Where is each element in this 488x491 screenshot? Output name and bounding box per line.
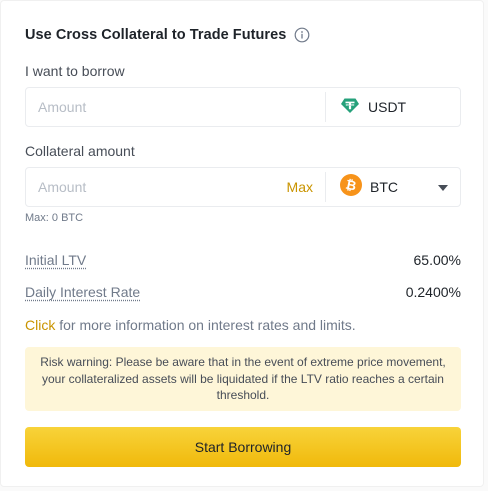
initial-ltv-label[interactable]: Initial LTV bbox=[25, 252, 86, 268]
collateral-field: Max ₿ BTC bbox=[25, 167, 461, 207]
collateral-amount-input[interactable] bbox=[26, 168, 287, 206]
tether-icon bbox=[340, 95, 360, 120]
more-info-text: for more information on interest rates a… bbox=[59, 317, 356, 333]
borrow-coin-label: USDT bbox=[368, 99, 407, 115]
borrow-field: USDT bbox=[25, 87, 461, 127]
more-info-link[interactable]: Click bbox=[25, 317, 55, 333]
start-borrowing-button[interactable]: Start Borrowing bbox=[25, 427, 461, 467]
collateral-coin-select[interactable]: ₿ BTC bbox=[326, 168, 460, 206]
daily-rate-row: Daily Interest Rate 0.2400% bbox=[25, 284, 461, 300]
borrow-label: I want to borrow bbox=[25, 63, 125, 79]
daily-rate-label[interactable]: Daily Interest Rate bbox=[25, 284, 140, 300]
page-title: Use Cross Collateral to Trade Futures bbox=[25, 27, 287, 43]
initial-ltv-value: 65.00% bbox=[413, 252, 461, 268]
header: Use Cross Collateral to Trade Futures bbox=[25, 25, 310, 45]
chevron-down-icon bbox=[438, 185, 448, 191]
collateral-coin-label: BTC bbox=[370, 179, 398, 195]
more-info-row: Click for more information on interest r… bbox=[25, 317, 356, 333]
collateral-label: Collateral amount bbox=[25, 143, 135, 159]
info-icon[interactable] bbox=[294, 27, 310, 43]
bitcoin-icon: ₿ bbox=[340, 173, 362, 201]
risk-warning-text: Risk warning: Please be aware that in th… bbox=[40, 355, 446, 402]
risk-warning: Risk warning: Please be aware that in th… bbox=[25, 347, 461, 411]
initial-ltv-row: Initial LTV 65.00% bbox=[25, 252, 461, 268]
max-hint: Max: 0 BTC bbox=[25, 212, 84, 224]
borrow-amount-input[interactable] bbox=[26, 88, 325, 126]
max-button[interactable]: Max bbox=[287, 179, 313, 195]
borrow-card: Use Cross Collateral to Trade Futures I … bbox=[0, 0, 484, 487]
borrow-coin: USDT bbox=[326, 88, 460, 126]
daily-rate-value: 0.2400% bbox=[405, 284, 461, 300]
